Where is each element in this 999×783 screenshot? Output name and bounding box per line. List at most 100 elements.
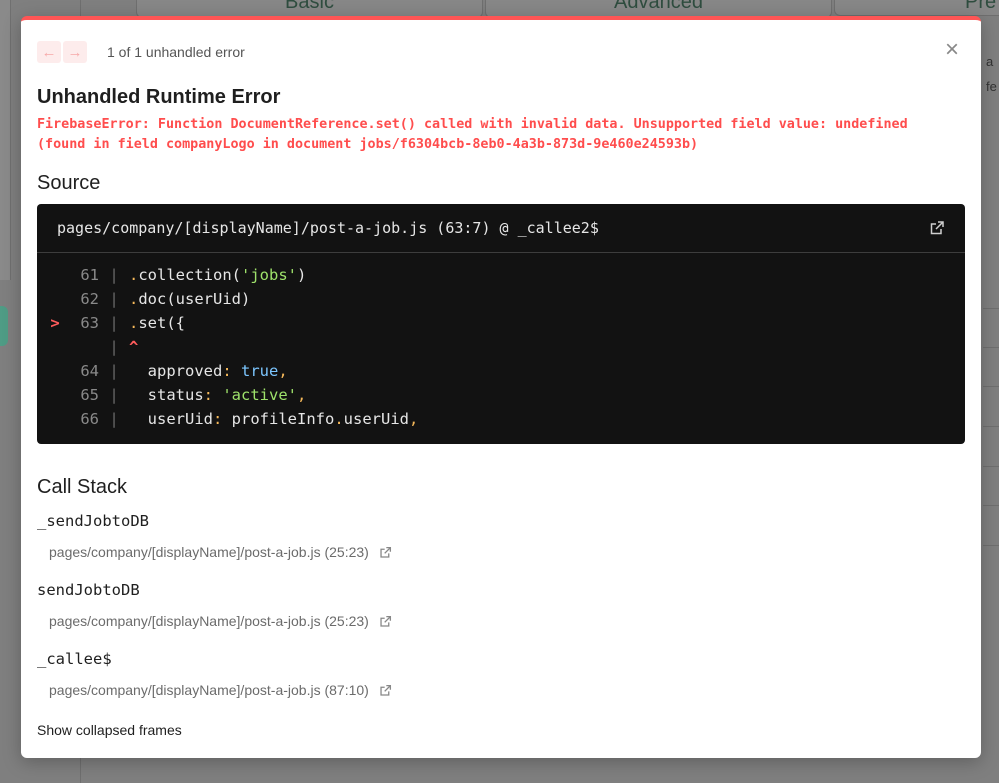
background-tab-label: Advanced [614, 0, 703, 13]
error-pagination: ← → 1 of 1 unhandled error [37, 40, 245, 64]
code-token: . [334, 410, 344, 428]
call-stack-frame: sendJobtoDB pages/company/[displayName]/… [37, 581, 392, 629]
gutter-separator: | [109, 266, 119, 284]
frame-function-name: _callee$ [37, 650, 112, 668]
background-side-text: fe [986, 79, 997, 94]
code-token: approved [147, 362, 223, 380]
code-token: . [129, 290, 139, 308]
source-code-lines: 61 | . collection('jobs') 62 | . doc(userU… [37, 253, 965, 431]
background-tab-label: Basic [285, 0, 334, 13]
line-number: 64 [80, 362, 99, 380]
error-line-marker [37, 359, 73, 383]
source-file-bar[interactable]: pages/company/[displayName]/post-a-job.j… [37, 204, 965, 253]
code-token: . [129, 314, 139, 332]
code-token: : [213, 410, 232, 428]
code-token: ) [297, 266, 307, 284]
background-divider [983, 505, 999, 506]
gutter-separator: | [109, 362, 119, 380]
line-number: 61 [80, 266, 99, 284]
code-token: doc(userUid) [138, 290, 251, 308]
background-tab-pre: Pre [834, 0, 999, 16]
frame-location-link[interactable]: pages/company/[displayName]/post-a-job.j… [49, 544, 392, 560]
line-number [73, 335, 99, 359]
call-stack-frame: _callee$ pages/company/[displayName]/pos… [37, 650, 392, 698]
error-message: FirebaseError: Function DocumentReferenc… [37, 117, 908, 152]
code-token: : [222, 362, 241, 380]
code-token: userUid [343, 410, 409, 428]
previous-error-button[interactable]: ← [37, 41, 61, 63]
call-stack-frame: _sendJobtoDB pages/company/[displayName]… [37, 512, 392, 560]
error-line-marker [37, 263, 73, 287]
source-heading: Source [37, 172, 101, 194]
code-token: profileInfo [231, 410, 335, 428]
source-code-frame: pages/company/[displayName]/post-a-job.j… [37, 204, 965, 444]
code-line: 64 | approved: true, [37, 359, 965, 383]
frame-function-name: sendJobtoDB [37, 581, 140, 599]
frame-location-text: pages/company/[displayName]/post-a-job.j… [49, 544, 369, 560]
close-button[interactable]: × [941, 38, 963, 62]
error-line-marker [37, 335, 73, 359]
code-token: status [147, 386, 204, 404]
error-count-label: 1 of 1 unhandled error [107, 44, 245, 60]
background-divider [983, 426, 999, 427]
frame-location-link[interactable]: pages/company/[displayName]/post-a-job.j… [49, 613, 392, 629]
frame-location-text: pages/company/[displayName]/post-a-job.j… [49, 613, 369, 629]
gutter-separator: | [109, 386, 119, 404]
code-line-caret: | ^ [37, 335, 965, 359]
error-line-marker [37, 287, 73, 311]
background-divider [983, 466, 999, 467]
external-link-icon[interactable] [379, 546, 392, 559]
arrow-left-icon: ← [41, 43, 57, 61]
code-token: 'jobs' [241, 266, 297, 284]
frame-location-text: pages/company/[displayName]/post-a-job.j… [49, 682, 369, 698]
external-link-icon[interactable] [379, 615, 392, 628]
code-token: 'active' [222, 386, 297, 404]
line-number: 63 [80, 314, 99, 332]
gutter-separator: | [109, 314, 119, 332]
code-token: set({ [138, 314, 186, 332]
gutter-separator: | [109, 410, 119, 428]
background-divider [983, 386, 999, 387]
external-link-icon[interactable] [379, 684, 392, 697]
show-collapsed-frames-button[interactable]: Show collapsed frames [37, 722, 182, 738]
close-icon: × [944, 36, 959, 63]
code-token: , [409, 410, 419, 428]
error-caret: ^ [129, 338, 139, 356]
line-number: 62 [80, 290, 99, 308]
code-token: : [203, 386, 223, 404]
background-divider [983, 347, 999, 348]
code-line: 66 | userUid: profileInfo. userUid, [37, 407, 965, 431]
code-token: userUid [147, 410, 213, 428]
background-left-panel [0, 0, 11, 280]
background-green-button [0, 306, 8, 346]
line-number: 66 [80, 410, 99, 428]
error-line-marker: > [50, 314, 60, 332]
code-token: . [129, 266, 139, 284]
background-side-text: a [986, 54, 994, 69]
gutter-separator: | [109, 290, 119, 308]
arrow-right-icon: → [67, 43, 83, 61]
error-title: Unhandled Runtime Error [37, 86, 281, 108]
code-token: true [241, 362, 279, 380]
call-stack-heading: Call Stack [37, 476, 128, 498]
code-line: 62 | . doc(userUid) [37, 287, 965, 311]
gutter-separator: | [109, 338, 119, 356]
next-error-button[interactable]: → [63, 41, 87, 63]
line-number: 65 [80, 386, 99, 404]
code-line: 65 | status: 'active', [37, 383, 965, 407]
source-file-link[interactable]: pages/company/[displayName]/post-a-job.j… [57, 219, 599, 237]
code-line: 61 | . collection('jobs') [37, 263, 965, 287]
code-token: collection( [138, 266, 241, 284]
background-tab-label: Pre [965, 0, 997, 13]
background-divider [983, 545, 999, 546]
background-divider [983, 308, 999, 309]
code-token: , [297, 386, 307, 404]
frame-location-link[interactable]: pages/company/[displayName]/post-a-job.j… [49, 682, 392, 698]
frame-function-name: _sendJobtoDB [37, 512, 149, 530]
external-link-icon[interactable] [929, 220, 945, 236]
code-line-highlighted: > 63 | . set({ [37, 311, 965, 335]
error-overlay-dialog: ← → 1 of 1 unhandled error × Unhandled R… [21, 16, 981, 758]
